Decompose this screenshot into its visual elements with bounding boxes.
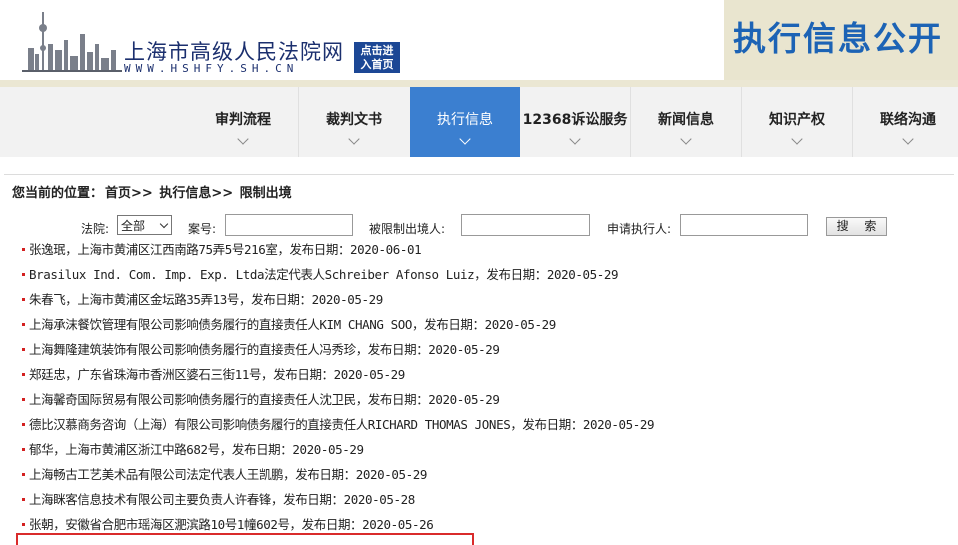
chevron-down-icon <box>902 133 914 145</box>
bullet-icon <box>22 323 25 326</box>
list-item-text: 张逸珉，上海市黄浦区江西南路75弄5号216室，发布日期：2020-06-01 <box>29 242 422 257</box>
list-item-text: 上海畅古工艺美术品有限公司法定代表人王凯鹏，发布日期：2020-05-29 <box>29 467 427 482</box>
nav-label: 审判流程 <box>215 112 271 128</box>
bullet-icon <box>22 523 25 526</box>
list-item[interactable]: 上海畅古工艺美术品有限公司法定代表人王凯鹏，发布日期：2020-05-29 <box>22 462 952 487</box>
list-item[interactable]: Brasilux Ind. Com. Imp. Exp. Ltda法定代表人Sc… <box>22 262 952 287</box>
nav-label: 执行信息 <box>437 112 493 128</box>
breadcrumb-section-link[interactable]: 执行信息>> <box>159 186 233 201</box>
nav-item-12368-service[interactable]: 12368诉讼服务 <box>520 87 630 157</box>
list-item[interactable]: 上海舞隆建筑装饰有限公司影响债务履行的直接责任人冯秀珍，发布日期：2020-05… <box>22 337 952 362</box>
chevron-down-icon <box>237 133 249 145</box>
bullet-icon <box>22 423 25 426</box>
bullet-icon <box>22 298 25 301</box>
nav-label: 12368诉讼服务 <box>522 112 628 128</box>
bullet-icon <box>22 498 25 501</box>
list-item[interactable]: 郑廷忠，广东省珠海市香洲区婆石三街11号，发布日期：2020-05-29 <box>22 362 952 387</box>
enter-button-line1: 点击进 <box>360 44 394 57</box>
bullet-icon <box>22 448 25 451</box>
nav-label: 新闻信息 <box>658 112 714 128</box>
chevron-down-icon <box>159 219 169 229</box>
site-domain: WWW.HSHFY.SH.CN <box>124 62 299 75</box>
highlight-box <box>16 533 474 545</box>
list-item[interactable]: 德比汉慕商务咨询（上海）有限公司影响债务履行的直接责任人RICHARD THOM… <box>22 412 952 437</box>
restriction-list: 张逸珉，上海市黄浦区江西南路75弄5号216室，发布日期：2020-06-01 … <box>22 237 952 537</box>
case-number-label: 案号: <box>188 222 217 236</box>
banner-title: 执行信息公开 <box>733 19 943 58</box>
section-banner: 执行信息公开 <box>724 0 958 80</box>
list-item[interactable]: 上海承沫餐饮管理有限公司影响债务履行的直接责任人KIM CHANG SOO，发布… <box>22 312 952 337</box>
nav-item-judgments[interactable]: 裁判文书 <box>299 87 409 157</box>
enter-homepage-button[interactable]: 点击进 入首页 <box>354 42 400 73</box>
nav-label: 裁判文书 <box>326 112 382 128</box>
list-item[interactable]: 上海眯客信息技术有限公司主要负责人许春锋，发布日期：2020-05-28 <box>22 487 952 512</box>
nav-label: 知识产权 <box>769 112 825 128</box>
enter-button-line2: 入首页 <box>360 58 394 71</box>
court-select-value: 全部 <box>121 219 146 233</box>
court-select[interactable]: 全部 <box>117 215 172 235</box>
breadcrumb: 您当前的位置： 首页>> 执行信息>> 限制出境 <box>4 174 954 204</box>
bullet-icon <box>22 398 25 401</box>
list-item-text: 上海眯客信息技术有限公司主要负责人许春锋，发布日期：2020-05-28 <box>29 492 415 507</box>
bullet-icon <box>22 373 25 376</box>
restricted-person-input[interactable] <box>461 214 590 236</box>
nav-item-trial-process[interactable]: 审判流程 <box>188 87 298 157</box>
bullet-icon <box>22 473 25 476</box>
case-number-input[interactable] <box>225 214 353 236</box>
list-item-text: 朱春飞，上海市黄浦区金坛路35弄13号，发布日期：2020-05-29 <box>29 292 383 307</box>
list-item-text: 上海承沫餐饮管理有限公司影响债务履行的直接责任人KIM CHANG SOO，发布… <box>29 317 556 332</box>
list-item[interactable]: 朱春飞，上海市黄浦区金坛路35弄13号，发布日期：2020-05-29 <box>22 287 952 312</box>
chevron-down-icon <box>680 133 692 145</box>
restricted-person-label: 被限制出境人: <box>369 222 446 236</box>
list-item-text: Brasilux Ind. Com. Imp. Exp. Ltda法定代表人Sc… <box>29 267 619 282</box>
bullet-icon <box>22 273 25 276</box>
bullet-icon <box>22 248 25 251</box>
list-item[interactable]: 张逸珉，上海市黄浦区江西南路75弄5号216室，发布日期：2020-06-01 <box>22 237 952 262</box>
list-item-text: 上海舞隆建筑装饰有限公司影响债务履行的直接责任人冯秀珍，发布日期：2020-05… <box>29 342 500 357</box>
nav-item-news[interactable]: 新闻信息 <box>631 87 741 157</box>
list-item[interactable]: 郁华，上海市黄浦区浙江中路682号，发布日期：2020-05-29 <box>22 437 952 462</box>
skyline-logo-icon <box>22 12 122 72</box>
list-item[interactable]: 上海馨奇国际贸易有限公司影响债务履行的直接责任人沈卫民，发布日期：2020-05… <box>22 387 952 412</box>
chevron-down-icon <box>459 133 471 145</box>
list-item-text: 郑廷忠，广东省珠海市香洲区婆石三街11号，发布日期：2020-05-29 <box>29 367 405 382</box>
list-item-text: 郁华，上海市黄浦区浙江中路682号，发布日期：2020-05-29 <box>29 442 364 457</box>
breadcrumb-prefix: 您当前的位置： <box>12 186 104 201</box>
chevron-down-icon <box>791 133 803 145</box>
nav-item-contact[interactable]: 联络沟通 <box>853 87 958 157</box>
applicant-label: 申请执行人: <box>607 222 672 236</box>
nav-item-execution-info[interactable]: 执行信息 <box>410 87 520 157</box>
list-item-text: 张朝，安徽省合肥市瑶海区淝滨路10号1幢602号，发布日期：2020-05-26 <box>29 517 434 532</box>
nav-item-ip[interactable]: 知识产权 <box>742 87 852 157</box>
list-item-text: 德比汉慕商务咨询（上海）有限公司影响债务履行的直接责任人RICHARD THOM… <box>29 417 655 432</box>
court-label: 法院: <box>81 222 110 236</box>
nav-label: 联络沟通 <box>880 112 936 128</box>
breadcrumb-current: 限制出境 <box>239 186 292 201</box>
main-nav: 审判流程 裁判文书 执行信息 12368诉讼服务 新闻信息 知识产权 联络沟通 <box>0 80 958 157</box>
applicant-input[interactable] <box>680 214 808 236</box>
search-button[interactable]: 搜 索 <box>826 217 887 236</box>
list-item-text: 上海馨奇国际贸易有限公司影响债务履行的直接责任人沈卫民，发布日期：2020-05… <box>29 392 500 407</box>
bullet-icon <box>22 348 25 351</box>
search-form: 法院: 全部 案号: 被限制出境人: 申请执行人: 搜 索 <box>0 212 958 238</box>
chevron-down-icon <box>348 133 360 145</box>
breadcrumb-home-link[interactable]: 首页>> <box>105 186 153 201</box>
chevron-down-icon <box>569 133 581 145</box>
site-header: 上海市高级人民法院网 WWW.HSHFY.SH.CN 点击进 入首页 执行信息公… <box>0 0 958 80</box>
